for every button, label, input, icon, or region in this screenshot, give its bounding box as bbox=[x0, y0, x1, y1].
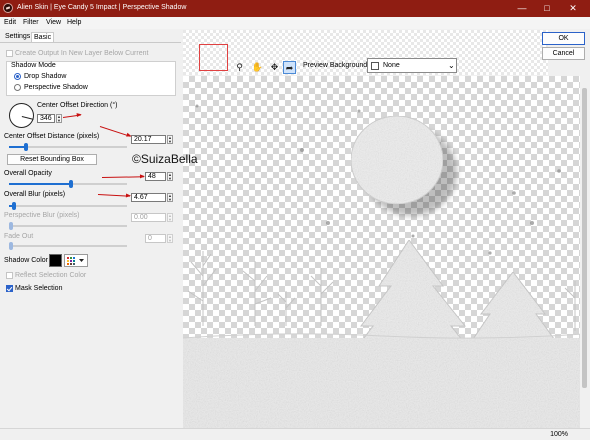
drop-shadow-radio[interactable] bbox=[14, 73, 21, 80]
direction-dial[interactable] bbox=[9, 103, 34, 128]
eye-candy-window: Alien Skin | Eye Candy 5 Impact | Perspe… bbox=[0, 0, 590, 440]
perspective-blur-track[interactable] bbox=[9, 225, 127, 227]
window-title: Alien Skin | Eye Candy 5 Impact | Perspe… bbox=[17, 4, 187, 11]
reset-bounding-box-button[interactable]: Reset Bounding Box bbox=[7, 154, 97, 165]
background-swatch-icon bbox=[371, 62, 379, 70]
center-offset-distance-spinner[interactable]: ▲ ▼ bbox=[167, 135, 173, 144]
zoom-level: 100% bbox=[550, 431, 568, 438]
shadow-color-label: Shadow Color bbox=[4, 257, 48, 264]
perspective-blur-spinner[interactable]: ▲ ▼ bbox=[167, 213, 173, 222]
ok-button[interactable]: OK bbox=[542, 32, 585, 45]
shadow-mode-legend: Shadow Mode bbox=[11, 62, 56, 69]
drop-shadow-label: Drop Shadow bbox=[24, 73, 67, 80]
overall-blur-label: Overall Blur (pixels) bbox=[4, 191, 66, 198]
close-icon[interactable]: ✕ bbox=[563, 2, 583, 15]
center-offset-direction-input[interactable]: 346 bbox=[37, 114, 55, 123]
menu-edit[interactable]: Edit bbox=[4, 19, 16, 26]
tab-basic[interactable]: Basic bbox=[31, 32, 55, 42]
preview-background-value: None bbox=[383, 62, 400, 69]
mask-selection-label: Mask Selection bbox=[15, 285, 63, 292]
preview-scrollbar[interactable] bbox=[580, 76, 590, 428]
shadow-color-swatch[interactable] bbox=[49, 254, 62, 267]
center-offset-direction-spinner[interactable]: ▲ ▼ bbox=[56, 114, 62, 123]
overall-blur-spinner[interactable]: ▲ ▼ bbox=[167, 193, 173, 202]
mask-selection-checkbox[interactable] bbox=[6, 285, 13, 292]
create-output-label: Create Output In New Layer Below Current bbox=[15, 50, 149, 57]
preview-artwork bbox=[183, 104, 584, 428]
chevron-down-icon: ⌄ bbox=[448, 61, 455, 70]
pan-tool-icon[interactable]: ✥ bbox=[268, 61, 281, 74]
hand-tool-icon[interactable]: ✋ bbox=[251, 61, 264, 74]
watermark-text: ©SuizaBella bbox=[132, 152, 198, 166]
snow-ground bbox=[183, 338, 584, 428]
overall-opacity-thumb[interactable] bbox=[69, 180, 73, 188]
center-offset-distance-thumb[interactable] bbox=[24, 143, 28, 151]
title-bar[interactable]: Alien Skin | Eye Candy 5 Impact | Perspe… bbox=[0, 0, 590, 17]
scrollbar-thumb[interactable] bbox=[582, 88, 587, 388]
alien-skin-app-icon bbox=[3, 3, 13, 13]
cancel-button[interactable]: Cancel bbox=[542, 47, 585, 60]
fade-out-input[interactable]: 0 bbox=[145, 234, 166, 243]
preview-background-label: Preview Background: bbox=[303, 62, 370, 69]
tab-divider bbox=[0, 42, 181, 43]
menu-help[interactable]: Help bbox=[67, 19, 81, 26]
overall-opacity-fill bbox=[9, 183, 69, 185]
annotation-arrow-opacity bbox=[101, 176, 145, 178]
center-offset-distance-label: Center Offset Distance (pixels) bbox=[4, 133, 100, 140]
maximize-icon[interactable]: □ bbox=[537, 2, 557, 15]
annotation-arrow-direction bbox=[62, 114, 81, 118]
center-offset-direction-label: Center Offset Direction (°) bbox=[37, 102, 118, 109]
status-bar: 100% bbox=[0, 428, 590, 440]
menu-view[interactable]: View bbox=[46, 19, 61, 26]
reflect-selection-color-checkbox[interactable] bbox=[6, 272, 13, 279]
overall-opacity-input[interactable]: 48 bbox=[145, 172, 166, 181]
menu-filter[interactable]: Filter bbox=[23, 19, 39, 26]
perspective-blur-input[interactable]: 0.00 bbox=[131, 213, 166, 222]
shadow-mode-group: Shadow Mode Drop Shadow Perspective Shad… bbox=[6, 61, 176, 96]
minimize-icon[interactable]: — bbox=[512, 2, 532, 15]
menu-bar: Edit Filter View Help bbox=[0, 17, 590, 29]
reflect-selection-color-label: Reflect Selection Color bbox=[15, 272, 87, 279]
fade-out-label: Fade Out bbox=[4, 233, 34, 240]
navigator-viewport-box[interactable] bbox=[199, 44, 228, 71]
pointer-tool-icon[interactable]: ➦ bbox=[283, 61, 296, 74]
annotation-arrow-blur bbox=[97, 194, 130, 197]
zoom-tool-icon[interactable]: ⚲ bbox=[233, 61, 246, 74]
fade-out-spinner[interactable]: ▲ ▼ bbox=[167, 234, 173, 243]
annotation-arrow-distance bbox=[99, 126, 131, 137]
preview-canvas[interactable] bbox=[183, 76, 584, 428]
fade-out-track[interactable] bbox=[9, 245, 127, 247]
overall-opacity-label: Overall Opacity bbox=[4, 170, 52, 177]
overall-blur-thumb[interactable] bbox=[12, 202, 16, 210]
perspective-blur-thumb[interactable] bbox=[9, 222, 13, 230]
perspective-shadow-radio[interactable] bbox=[14, 84, 21, 91]
overall-blur-track[interactable] bbox=[9, 205, 127, 207]
overall-opacity-spinner[interactable]: ▲ ▼ bbox=[167, 172, 173, 181]
moon-shape bbox=[350, 115, 444, 205]
create-output-checkbox[interactable] bbox=[6, 50, 13, 57]
perspective-blur-label: Perspective Blur (pixels) bbox=[4, 212, 80, 219]
perspective-shadow-label: Perspective Shadow bbox=[24, 84, 88, 91]
chevron-down-icon bbox=[79, 259, 84, 262]
fade-out-thumb[interactable] bbox=[9, 242, 13, 250]
tab-settings[interactable]: Settings bbox=[3, 32, 32, 42]
overall-blur-input[interactable]: 4.67 bbox=[131, 193, 166, 202]
center-offset-distance-input[interactable]: 20.17 bbox=[131, 135, 166, 144]
dial-needle bbox=[21, 116, 34, 120]
color-grid-icon bbox=[67, 257, 84, 265]
color-palette-dropdown[interactable] bbox=[64, 254, 88, 267]
preview-background-select[interactable]: None ⌄ bbox=[367, 58, 457, 73]
